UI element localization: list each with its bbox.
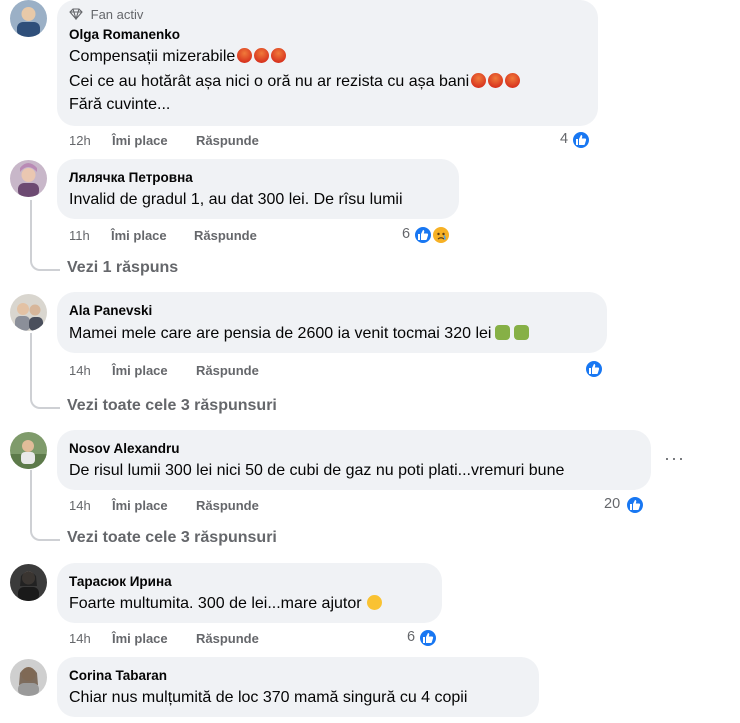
like-button[interactable]: Îmi place [112,631,168,646]
thread-connector [30,393,60,409]
comment-text: Compensații mizerabile [69,45,287,68]
timestamp[interactable]: 12h [69,133,91,148]
avatar[interactable] [10,564,47,601]
thread-line [30,200,32,255]
reply-button[interactable]: Răspunde [196,133,259,148]
view-replies-link[interactable]: Vezi toate cele 3 răspunsuri [67,529,277,547]
comment-text: Foarte multumita. 300 de lei...mare ajut… [69,592,382,615]
timestamp[interactable]: 14h [69,631,91,646]
view-replies-link[interactable]: Vezi toate cele 3 răspunsuri [67,397,277,415]
angry-emoji-icon [271,48,287,63]
comment-text: Cei ce au hotărât așa nici o oră nu ar r… [69,70,521,93]
woozy-face-emoji-icon [366,595,382,610]
reply-button[interactable]: Răspunde [196,498,259,513]
thumbs-up-icon [625,495,645,515]
angry-emoji-icon [505,73,521,88]
sad-face-icon [431,225,451,245]
reaction-summary[interactable]: 6 [404,628,442,648]
author-name[interactable]: Olga Romanenko [69,27,180,42]
reaction-summary[interactable]: 20 [604,495,648,515]
thumbs-up-icon [418,628,438,648]
angry-emoji-icon [237,48,253,63]
timestamp[interactable]: 11h [69,228,90,243]
author-name[interactable]: Ala Panevski [69,303,152,318]
reply-button[interactable]: Răspunde [196,363,259,378]
author-name[interactable]: Тарасюк Ирина [69,574,172,589]
view-replies-link[interactable]: Vezi 1 răspuns [67,259,178,277]
comment-text: Chiar nus mulțumită de loc 370 mamă sing… [69,689,468,706]
like-button[interactable]: Îmi place [112,498,168,513]
reaction-summary[interactable]: 4 [557,130,597,150]
thumbs-up-icon [571,130,591,150]
comment-text: Fără cuvinte... [69,96,171,113]
reaction-count: 20 [604,496,621,512]
author-name[interactable]: Nosov Alexandru [69,441,180,456]
angry-emoji-icon [471,73,487,88]
diamond-icon [69,8,83,21]
person-shrugging-emoji-icon [495,325,511,340]
comment-text: Invalid de gradul 1, au dat 300 lei. De … [69,191,403,208]
reaction-count: 4 [560,131,569,147]
reaction-summary[interactable]: 6 [399,225,457,245]
avatar[interactable] [10,432,47,469]
timestamp[interactable]: 14h [69,363,91,378]
reaction-summary[interactable] [570,359,606,379]
more-options-button[interactable]: ··· [664,448,685,469]
comment-text: Mamei mele care are pensia de 2600 ia ve… [69,322,530,345]
fan-badge[interactable]: Fan activ [69,7,143,22]
thread-connector [30,525,60,541]
person-shrugging-emoji-icon [514,325,530,340]
avatar[interactable] [10,160,47,197]
thread-connector [30,255,60,271]
comment-text: De risul lumii 300 lei nici 50 de cubi d… [69,462,565,479]
like-button[interactable]: Îmi place [111,228,167,243]
reaction-count: 6 [402,226,411,242]
reply-button[interactable]: Răspunde [194,228,257,243]
thread-line [30,333,32,393]
avatar[interactable] [10,294,47,331]
thumbs-up-icon [413,225,433,245]
timestamp[interactable]: 14h [69,498,91,513]
like-button[interactable]: Îmi place [112,133,168,148]
like-button[interactable]: Îmi place [112,363,168,378]
thread-line [30,470,32,525]
author-name[interactable]: Лялячка Петровна [69,170,193,185]
reaction-count: 6 [407,629,416,645]
avatar[interactable] [10,0,47,37]
author-name[interactable]: Corina Tabaran [69,668,167,683]
reply-button[interactable]: Răspunde [196,631,259,646]
avatar[interactable] [10,659,47,696]
angry-emoji-icon [254,48,270,63]
thumbs-up-icon [584,359,604,379]
angry-emoji-icon [488,73,504,88]
